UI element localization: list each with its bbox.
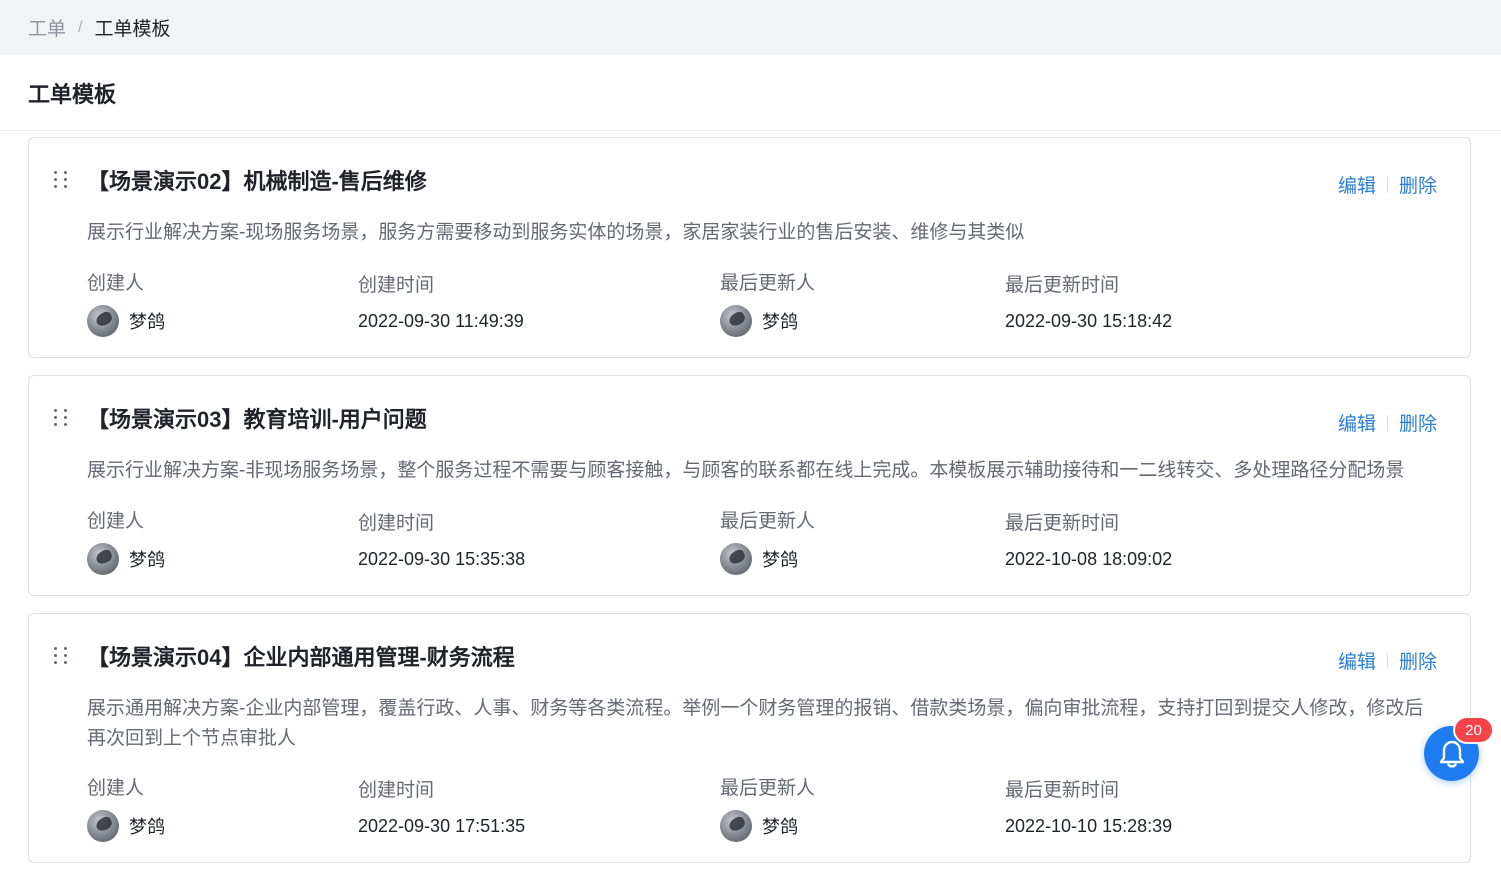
last-updated-time-value: 2022-09-30 15:18:42	[1005, 310, 1173, 331]
avatar	[720, 543, 752, 575]
template-description: 展示行业解决方案-非现场服务场景，整个服务过程不需要与顾客接触，与顾客的联系都在…	[87, 460, 1405, 481]
meta-last-updated-time: 最后更新时间 2022-10-10 15:28:39	[1005, 777, 1172, 842]
page-title: 工单模板	[28, 81, 117, 107]
delete-button[interactable]: 删除	[1399, 171, 1437, 198]
creator-label: 创建人	[87, 778, 145, 799]
card-actions: 编辑 删除	[1338, 171, 1437, 198]
creator-label: 创建人	[87, 511, 145, 532]
creator-value: 梦鸽	[87, 810, 165, 842]
card-actions: 编辑 删除	[1338, 409, 1437, 436]
template-title: 【场景演示04】企业内部通用管理-财务流程	[87, 645, 515, 670]
action-divider	[1386, 414, 1388, 431]
meta-last-updater: 最后更新人 梦鸽	[720, 777, 815, 842]
edit-button[interactable]: 编辑	[1338, 409, 1376, 436]
meta-created-time: 创建时间 2022-09-30 15:35:38	[358, 510, 525, 575]
action-divider	[1386, 652, 1388, 669]
avatar	[87, 305, 119, 337]
last-updated-time-label: 最后更新时间	[1005, 275, 1120, 296]
meta-last-updated-time: 最后更新时间 2022-09-30 15:18:42	[1005, 272, 1172, 337]
meta-created-time: 创建时间 2022-09-30 17:51:35	[358, 777, 525, 842]
notification-count-badge: 20	[1453, 716, 1494, 744]
creator-name: 梦鸽	[129, 312, 165, 332]
template-description: 展示行业解决方案-现场服务场景，服务方需要移动到服务实体的场景，家居家装行业的售…	[87, 222, 1025, 243]
last-updater-value: 梦鸽	[720, 305, 815, 337]
action-divider	[1386, 176, 1388, 193]
last-updated-time-value: 2022-10-10 15:28:39	[1005, 815, 1173, 836]
created-time-label: 创建时间	[358, 780, 435, 801]
meta-last-updater: 最后更新人 梦鸽	[720, 510, 815, 575]
last-updater-value: 梦鸽	[720, 810, 815, 842]
created-time-value: 2022-09-30 11:49:39	[358, 310, 524, 331]
creator-label: 创建人	[87, 273, 145, 294]
last-updated-time-label: 最后更新时间	[1005, 513, 1120, 534]
created-time-label: 创建时间	[358, 275, 435, 296]
meta-last-updater: 最后更新人 梦鸽	[720, 272, 815, 337]
creator-name: 梦鸽	[129, 550, 165, 570]
last-updated-time-label: 最后更新时间	[1005, 780, 1120, 801]
created-time-label: 创建时间	[358, 513, 435, 534]
template-card: 【场景演示02】机械制造-售后维修 编辑 删除 展示行业解决方案-现场服务场景，…	[28, 137, 1471, 358]
creator-value: 梦鸽	[87, 305, 165, 337]
creator-value: 梦鸽	[87, 543, 165, 575]
drag-handle-icon[interactable]	[54, 409, 68, 427]
drag-handle-icon[interactable]	[54, 647, 68, 665]
meta-creator: 创建人 梦鸽	[87, 510, 165, 575]
card-actions: 编辑 删除	[1338, 647, 1437, 674]
creator-name: 梦鸽	[129, 817, 165, 837]
breadcrumb: 工单 / 工单模板	[0, 0, 1501, 55]
last-updated-time-value: 2022-10-08 18:09:02	[1005, 548, 1173, 569]
last-updater-value: 梦鸽	[720, 543, 815, 575]
created-time-value: 2022-09-30 15:35:38	[358, 548, 526, 569]
last-updater-label: 最后更新人	[720, 778, 816, 799]
last-updater-name: 梦鸽	[762, 312, 798, 332]
meta-creator: 创建人 梦鸽	[87, 777, 165, 842]
last-updater-label: 最后更新人	[720, 273, 816, 294]
avatar	[87, 810, 119, 842]
edit-button[interactable]: 编辑	[1338, 647, 1376, 674]
avatar	[720, 305, 752, 337]
delete-button[interactable]: 删除	[1399, 409, 1437, 436]
template-description: 展示通用解决方案-企业内部管理，覆盖行政、人事、财务等各类流程。举例一个财务管理…	[87, 698, 1424, 749]
last-updater-name: 梦鸽	[762, 550, 798, 570]
breadcrumb-separator: /	[78, 18, 83, 36]
template-list: 【场景演示02】机械制造-售后维修 编辑 删除 展示行业解决方案-现场服务场景，…	[28, 137, 1471, 880]
last-updater-name: 梦鸽	[762, 817, 798, 837]
page-header: 工单模板	[0, 55, 1501, 131]
drag-handle-icon[interactable]	[54, 171, 68, 189]
breadcrumb-item-workorder[interactable]: 工单	[28, 14, 66, 41]
template-title: 【场景演示03】教育培训-用户问题	[87, 407, 427, 432]
meta-last-updated-time: 最后更新时间 2022-10-08 18:09:02	[1005, 510, 1172, 575]
last-updater-label: 最后更新人	[720, 511, 816, 532]
template-card: 【场景演示04】企业内部通用管理-财务流程 编辑 删除 展示通用解决方案-企业内…	[28, 613, 1471, 863]
avatar	[87, 543, 119, 575]
template-title: 【场景演示02】机械制造-售后维修	[87, 169, 427, 194]
created-time-value: 2022-09-30 17:51:35	[358, 815, 526, 836]
meta-created-time: 创建时间 2022-09-30 11:49:39	[358, 272, 524, 337]
edit-button[interactable]: 编辑	[1338, 171, 1376, 198]
template-card: 【场景演示03】教育培训-用户问题 编辑 删除 展示行业解决方案-非现场服务场景…	[28, 375, 1471, 596]
meta-creator: 创建人 梦鸽	[87, 272, 165, 337]
breadcrumb-item-current: 工单模板	[94, 19, 171, 40]
delete-button[interactable]: 删除	[1399, 647, 1437, 674]
avatar	[720, 810, 752, 842]
